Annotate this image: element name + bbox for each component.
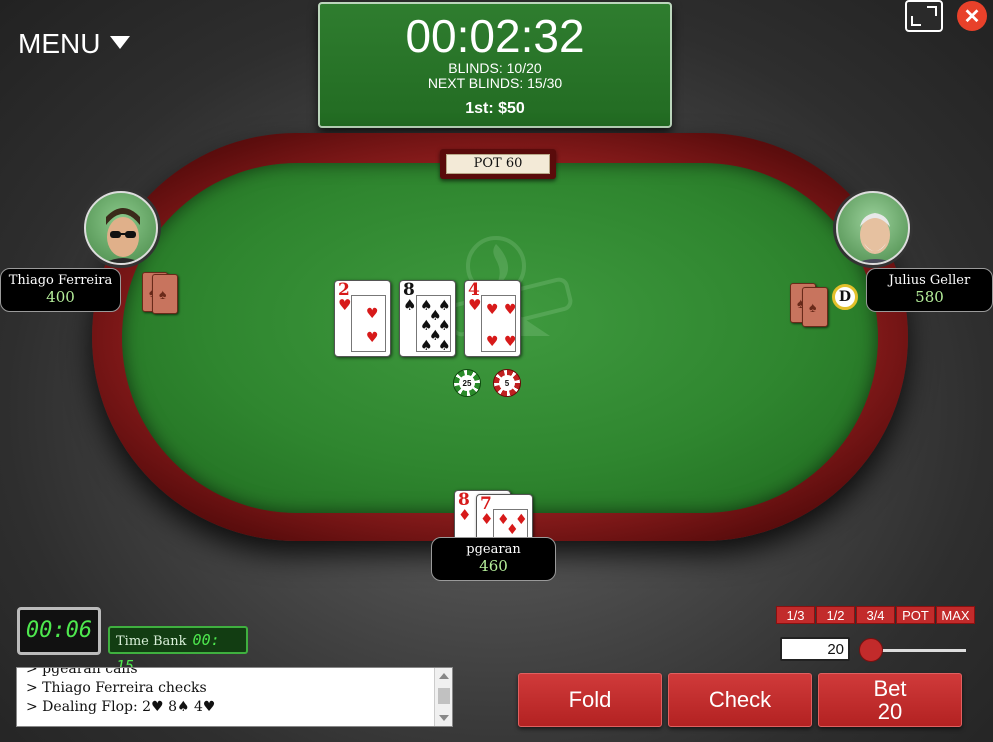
player-avatar-julius bbox=[836, 191, 910, 265]
time-bank-label: Time Bank bbox=[116, 634, 187, 649]
card-suit: ♦ bbox=[458, 506, 472, 524]
tournament-info-panel: 00:02:32 BLINDS: 10/20 NEXT BLINDS: 15/3… bbox=[318, 2, 672, 128]
player-name: Julius Geller bbox=[888, 273, 971, 288]
first-prize: 1st: $50 bbox=[465, 100, 525, 117]
close-icon[interactable]: ✕ bbox=[957, 1, 987, 31]
scroll-thumb[interactable] bbox=[438, 688, 450, 704]
player-nameplate-thiago: Thiago Ferreira 400 bbox=[0, 268, 121, 312]
fold-button[interactable]: Fold bbox=[518, 673, 662, 727]
menu-label: MENU bbox=[18, 28, 101, 59]
bet-button-amount: 20 bbox=[877, 699, 903, 724]
card-back: ♠ bbox=[152, 274, 178, 314]
dealer-button: D bbox=[832, 284, 858, 310]
chip-value: 5 bbox=[499, 375, 515, 391]
player-nameplate-julius: Julius Geller 580 bbox=[866, 268, 993, 312]
bet-preset-third[interactable]: 1/3 bbox=[776, 606, 815, 624]
player-chips: 460 bbox=[479, 557, 508, 575]
scroll-up-icon[interactable] bbox=[439, 673, 449, 679]
board-card-2: 8 ♠ ♠ ♠ ♠ ♠ ♠ ♠ ♠ ♠ bbox=[399, 280, 456, 357]
bet-amount-input[interactable] bbox=[780, 637, 850, 661]
chip-25: 25 bbox=[453, 369, 481, 397]
card-suit: ♥ bbox=[468, 296, 482, 314]
check-button[interactable]: Check bbox=[668, 673, 812, 727]
chat-line: > Thiago Ferreira checks bbox=[26, 680, 207, 696]
chat-scrollbar[interactable] bbox=[434, 668, 452, 726]
card-suit: ♦ bbox=[480, 510, 494, 528]
pot-amount: POT 60 bbox=[446, 154, 550, 174]
player-chips: 580 bbox=[915, 288, 944, 306]
scroll-down-icon[interactable] bbox=[439, 715, 449, 721]
fullscreen-icon[interactable] bbox=[905, 0, 943, 32]
player-name: Thiago Ferreira bbox=[8, 273, 113, 288]
board-card-1: 2 ♥ ♥ ♥ bbox=[334, 280, 391, 357]
bet-preset-pot[interactable]: POT bbox=[896, 606, 935, 624]
board-card-3: 4 ♥ ♥ ♥ ♥ ♥ bbox=[464, 280, 521, 357]
chat-log[interactable]: > pgearan calls > Thiago Ferreira checks… bbox=[16, 667, 453, 727]
chip-value: 25 bbox=[459, 375, 475, 391]
caret-down-icon bbox=[110, 35, 131, 49]
level-timer: 00:02:32 bbox=[405, 10, 585, 62]
chat-line: > Dealing Flop: 2♥ 8♠ 4♥ bbox=[26, 699, 216, 715]
next-blinds: NEXT BLINDS: 15/30 bbox=[427, 75, 563, 91]
bet-preset-max[interactable]: MAX bbox=[936, 606, 975, 624]
current-blinds: BLINDS: 10/20 bbox=[448, 60, 542, 76]
bet-button-label: Bet bbox=[873, 676, 907, 701]
player-avatar-thiago bbox=[84, 191, 158, 265]
card-back: ♠ bbox=[802, 287, 828, 327]
bet-preset-half[interactable]: 1/2 bbox=[816, 606, 855, 624]
card-suit: ♥ bbox=[338, 296, 352, 314]
bet-button[interactable]: Bet 20 bbox=[818, 673, 962, 727]
bet-preset-three-quarters[interactable]: 3/4 bbox=[856, 606, 895, 624]
menu-button[interactable]: MENU bbox=[18, 28, 131, 60]
time-bank[interactable]: Time Bank 00: 15 bbox=[108, 626, 248, 675]
player-nameplate-hero: pgearan 460 bbox=[431, 537, 556, 581]
player-chips: 400 bbox=[46, 288, 75, 306]
chat-line: > pgearan calls bbox=[26, 667, 138, 677]
player-name: pgearan bbox=[466, 542, 521, 557]
card-suit: ♠ bbox=[403, 296, 417, 314]
bet-slider-thumb[interactable] bbox=[859, 638, 883, 662]
chip-5: 5 bbox=[493, 369, 521, 397]
action-clock: 00:06 bbox=[17, 607, 101, 655]
